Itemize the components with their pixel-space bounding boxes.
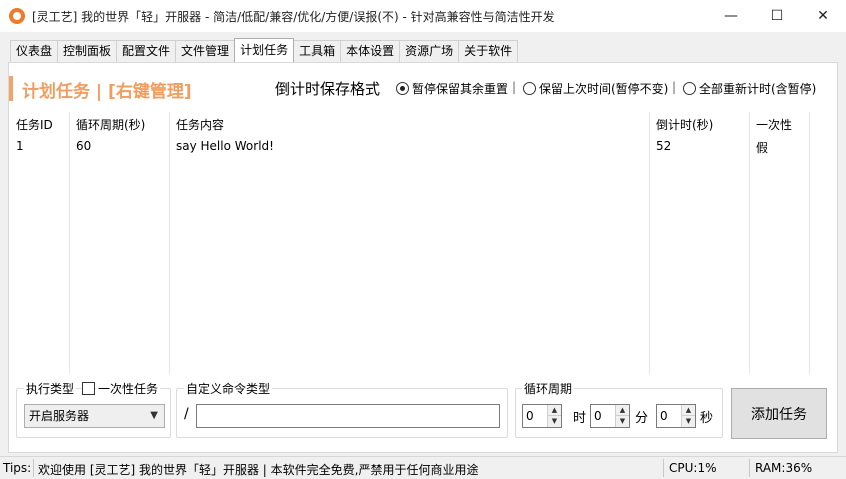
section-title: 计划任务 | [右键管理]: [22, 82, 192, 102]
radio-keep-last-time[interactable]: 保留上次时间(暂停不变): [523, 80, 668, 97]
seconds-value: 0: [660, 409, 668, 423]
custom-cmd-input[interactable]: [196, 404, 500, 428]
custom-cmd-label: 自定义命令类型: [184, 380, 273, 397]
radio-pause-keep-reset[interactable]: 暂停保留其余重置: [396, 80, 508, 97]
tab-strip: 仪表盘 控制面板 配置文件 文件管理 计划任务 工具箱 本体设置 资源广场 关于…: [10, 38, 519, 62]
seconds-unit: 秒: [700, 411, 714, 426]
radio-unchecked-icon[interactable]: [523, 82, 536, 95]
radio-label: 全部重新计时(含暂停): [699, 82, 817, 96]
tips-label: Tips:: [3, 461, 32, 475]
radio-label: 暂停保留其余重置: [412, 82, 509, 96]
title-bar: [灵工艺] 我的世界「轻」开服器 - 简洁/低配/兼容/优化/方便/误报(不) …: [0, 0, 846, 32]
hours-stepper[interactable]: 0 ▲ ▼: [522, 404, 562, 428]
window-title: [灵工艺] 我的世界「轻」开服器 - 简洁/低配/兼容/优化/方便/误报(不) …: [32, 10, 555, 24]
radio-unchecked-icon[interactable]: [683, 82, 696, 95]
add-task-button[interactable]: 添加任务: [731, 388, 827, 439]
radio-checked-icon[interactable]: [396, 82, 409, 95]
column-header-cycle[interactable]: 循环周期(秒): [76, 116, 145, 133]
column-divider: [749, 112, 750, 374]
spin-up-icon[interactable]: ▲: [548, 405, 561, 416]
radio-label: 保留上次时间(暂停不变): [539, 82, 669, 96]
minimize-button[interactable]: —: [708, 0, 754, 32]
status-divider: [749, 459, 750, 477]
column-header-content[interactable]: 任务内容: [176, 116, 224, 133]
tab-about[interactable]: 关于软件: [458, 40, 519, 62]
tab-scheduled-tasks[interactable]: 计划任务: [234, 38, 295, 62]
spin-up-icon[interactable]: ▲: [616, 405, 629, 416]
once-task-checkbox[interactable]: [82, 382, 95, 395]
tab-core-settings[interactable]: 本体设置: [340, 40, 401, 62]
status-bar: Tips: 欢迎使用 [灵工艺] 我的世界「轻」开服器 | 本软件完全免费,严禁…: [0, 456, 846, 479]
ram-usage: RAM:36%: [755, 461, 813, 475]
tips-text: 欢迎使用 [灵工艺] 我的世界「轻」开服器 | 本软件完全免费,严禁用于任何商业…: [38, 463, 479, 477]
tab-resource-plaza[interactable]: 资源广场: [399, 40, 460, 62]
column-divider: [809, 112, 810, 374]
column-header-once[interactable]: 一次性: [756, 116, 792, 133]
spin-up-icon[interactable]: ▲: [682, 405, 695, 416]
spin-down-icon[interactable]: ▼: [682, 416, 695, 427]
countdown-format-label: 倒计时保存格式: [275, 80, 381, 98]
tab-config-files[interactable]: 配置文件: [116, 40, 177, 62]
close-button[interactable]: ✕: [800, 0, 846, 32]
column-divider: [649, 112, 650, 374]
separator: |: [512, 80, 517, 94]
section-accent-bar: [9, 76, 13, 101]
status-divider: [33, 459, 34, 477]
minutes-unit: 分: [635, 411, 649, 426]
hours-value: 0: [526, 409, 534, 423]
table-cell-content[interactable]: say Hello World!: [176, 139, 274, 153]
app-logo-icon: [9, 8, 25, 24]
tab-control-panel[interactable]: 控制面板: [57, 40, 118, 62]
cpu-usage: CPU:1%: [669, 461, 717, 475]
once-task-label[interactable]: 一次性任务: [96, 380, 161, 397]
slash-prefix: /: [184, 406, 189, 422]
column-header-task-id[interactable]: 任务ID: [16, 116, 53, 133]
column-divider: [69, 112, 70, 374]
exec-type-select[interactable]: 开启服务器 ▼: [24, 404, 165, 428]
task-table[interactable]: [10, 112, 810, 374]
chevron-down-icon: ▼: [150, 410, 158, 421]
seconds-stepper[interactable]: 0 ▲ ▼: [656, 404, 696, 428]
cycle-label: 循环周期: [522, 380, 575, 397]
radio-reset-all[interactable]: 全部重新计时(含暂停): [683, 80, 816, 97]
tab-toolbox[interactable]: 工具箱: [293, 40, 342, 62]
minutes-value: 0: [594, 409, 602, 423]
hours-unit: 时: [573, 411, 587, 426]
maximize-button[interactable]: ☐: [754, 0, 800, 32]
exec-type-value: 开启服务器: [29, 409, 90, 423]
table-cell-task-id[interactable]: 1: [16, 139, 24, 153]
status-divider: [663, 459, 664, 477]
table-cell-once[interactable]: 假: [756, 139, 768, 156]
spin-down-icon[interactable]: ▼: [616, 416, 629, 427]
table-cell-countdown[interactable]: 52: [656, 139, 671, 153]
separator: |: [672, 80, 677, 94]
table-cell-cycle[interactable]: 60: [76, 139, 91, 153]
spin-down-icon[interactable]: ▼: [548, 416, 561, 427]
minutes-stepper[interactable]: 0 ▲ ▼: [590, 404, 630, 428]
tab-dashboard[interactable]: 仪表盘: [10, 40, 59, 62]
tab-file-manager[interactable]: 文件管理: [175, 40, 236, 62]
column-header-countdown[interactable]: 倒计时(秒): [656, 116, 713, 133]
column-divider: [169, 112, 170, 374]
exec-type-label: 执行类型: [24, 380, 77, 397]
